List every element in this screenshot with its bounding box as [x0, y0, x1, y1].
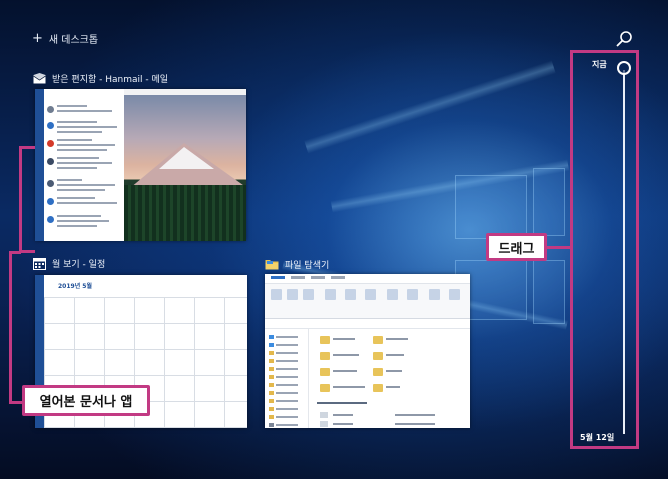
mail-nav-pane: [35, 89, 44, 241]
timeline-scrollbar-thumb[interactable]: [617, 61, 631, 75]
mail-window-title: 받은 편지함 - Hanmail - 메일: [33, 72, 168, 85]
mail-title-text: 받은 편지함 - Hanmail - 메일: [52, 75, 169, 85]
calendar-header: 2019년 5월: [44, 275, 247, 297]
search-icon[interactable]: [614, 30, 634, 50]
calendar-title-text: 월 보기 - 일정: [52, 260, 106, 270]
opened-bracket: [19, 250, 35, 253]
wallpaper-window-pane: [533, 168, 565, 236]
timeline-date-label: 5월 12일: [580, 433, 615, 442]
new-desktop-label: 새 데스크톱: [48, 35, 99, 46]
calendar-window-title: 월 보기 - 일정: [33, 257, 105, 270]
explorer-nav-pane: [265, 329, 309, 428]
mountain-image: [124, 95, 246, 241]
wallpaper-window-pane: [533, 260, 565, 324]
explorer-ribbon: [265, 274, 470, 319]
opened-bracket: [9, 251, 12, 403]
opened-bracket: [19, 146, 22, 252]
mail-icon: [33, 73, 46, 84]
explorer-window-thumbnail[interactable]: [265, 274, 470, 428]
wallpaper-window-pane: [455, 175, 527, 239]
calendar-icon: [33, 258, 46, 270]
mail-message-list: [44, 89, 124, 241]
drag-callout: 드래그: [486, 233, 547, 261]
folder-icon: [265, 260, 279, 270]
timeline-screen: + 새 데스크톱 받은 편지함 - Hanmail - 메일 월 보기 - 일정…: [0, 0, 668, 479]
wallpaper-beam: [304, 60, 556, 154]
opened-docs-callout: 열어본 문서나 앱: [22, 385, 150, 416]
calendar-month-label: 2019년 5월: [58, 283, 93, 290]
timeline-scroll-highlight: [570, 50, 639, 449]
explorer-window-title: 파일 탐색기: [265, 258, 329, 271]
drag-callout-connector: [545, 246, 572, 249]
mail-window-thumbnail[interactable]: [35, 89, 246, 241]
explorer-address-bar: [265, 320, 470, 329]
plus-icon: +: [32, 30, 43, 46]
opened-bracket: [9, 401, 23, 404]
new-desktop-button[interactable]: + 새 데스크톱: [32, 30, 99, 47]
explorer-title-text: 파일 탐색기: [285, 261, 330, 271]
timeline-scrollbar-track[interactable]: [623, 70, 625, 434]
opened-bracket: [9, 251, 21, 254]
timeline-now-label: 지금: [592, 60, 607, 69]
